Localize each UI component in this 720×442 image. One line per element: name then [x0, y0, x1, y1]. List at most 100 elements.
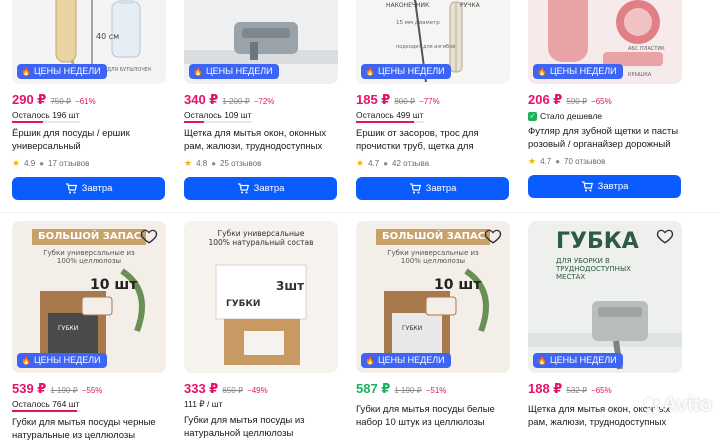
- star-icon: ★: [184, 158, 193, 168]
- flame-icon: 🔥: [365, 356, 375, 365]
- price: 340 ₽: [184, 92, 219, 107]
- product-title[interactable]: Щетка для мытья окон, оконных рам, жалюз…: [184, 127, 338, 153]
- product-card[interactable]: БОЛЬШОЙ ЗАПАС Губки универсальные из 100…: [356, 221, 510, 429]
- product-title[interactable]: Губки для мытья посуды черные натуральны…: [12, 416, 166, 442]
- discount: −65%: [591, 386, 612, 395]
- check-icon: ✓: [528, 111, 537, 121]
- product-card[interactable]: 🔥 ЦЕНЫ НЕДЕЛИ 340 ₽ 1 200 ₽ −72% Осталось…: [184, 0, 338, 200]
- stock-text: Осталось 109 шт: [184, 110, 252, 120]
- product-card[interactable]: 40 см ДЛЯ БУТЫЛОЧЕК 🔥 ЦЕНЫ НЕДЕЛИ 290 ₽ 7…: [12, 0, 166, 200]
- flame-icon: 🔥: [21, 356, 31, 365]
- discount: −65%: [591, 97, 612, 106]
- product-card[interactable]: АБС ПЛАСТИК КРЫШКА 🔥 ЦЕНЫ НЕДЕЛИ 206 ₽ 59…: [528, 0, 682, 198]
- image-material-text: АБС ПЛАСТИК: [628, 46, 665, 52]
- product-title[interactable]: Губки для мытья посуды из натуральной це…: [184, 414, 338, 440]
- product-title[interactable]: Ёршик для посуды / ершик универсальный: [12, 127, 166, 153]
- image-count-text: 10 шт: [434, 277, 482, 293]
- price: 333 ₽: [184, 381, 219, 396]
- price-row: 539 ₽ 1 190 ₽ −55%: [12, 381, 166, 397]
- product-card[interactable]: НАКОНЕЧНИК РУЧКА 15 мм диаметр подходит …: [356, 0, 510, 200]
- avito-logo-icon: [643, 397, 660, 414]
- product-image[interactable]: Губки универсальные 100% натуральный сос…: [184, 221, 338, 373]
- delivery-button[interactable]: Завтра: [12, 177, 165, 200]
- product-title[interactable]: Губки для мытья посуды белые набор 10 шт…: [356, 403, 510, 429]
- old-price: 532 ₽: [566, 386, 588, 395]
- product-image[interactable]: БОЛЬШОЙ ЗАПАС Губки универсальные из 100…: [12, 221, 166, 373]
- week-prices-badge: 🔥 ЦЕНЫ НЕДЕЛИ: [533, 64, 623, 79]
- flame-icon: 🔥: [537, 356, 547, 365]
- product-title[interactable]: Ершик от засоров, трос для прочистки тру…: [356, 127, 510, 153]
- image-sub-text: ДЛЯ УБОРКИ В ТРУДНОДОСТУПНЫХ МЕСТАХ: [556, 257, 631, 281]
- product-image[interactable]: ГУБКА ДЛЯ УБОРКИ В ТРУДНОДОСТУПНЫХ МЕСТА…: [528, 221, 682, 373]
- stock-text: Осталось 764 шт: [12, 399, 80, 409]
- product-title[interactable]: Футляр для зубной щетки и пасты розовый …: [528, 125, 682, 151]
- delivery-button[interactable]: Завтра: [528, 175, 681, 198]
- product-card[interactable]: Губки универсальные 100% натуральный сос…: [184, 221, 338, 440]
- old-price: 750 ₽: [50, 97, 72, 106]
- image-headline-text: БОЛЬШОЙ ЗАПАС: [38, 231, 142, 242]
- week-prices-badge: 🔥 ЦЕНЫ НЕДЕЛИ: [361, 353, 451, 368]
- product-image[interactable]: АБС ПЛАСТИК КРЫШКА 🔥 ЦЕНЫ НЕДЕЛИ: [528, 0, 682, 84]
- price-per-unit: 111 ₽ / шт: [184, 399, 223, 409]
- old-price: 590 ₽: [566, 97, 588, 106]
- stock-bar: [356, 121, 424, 123]
- rating-value: 4.7: [368, 159, 380, 168]
- product-image[interactable]: 🔥 ЦЕНЫ НЕДЕЛИ: [184, 0, 338, 84]
- price: 188 ₽: [528, 381, 563, 396]
- week-prices-badge: 🔥 ЦЕНЫ НЕДЕЛИ: [361, 64, 451, 79]
- comment-icon: ●: [383, 159, 389, 168]
- price: 290 ₽: [12, 92, 47, 107]
- rating-row: ★ 4.7 ● 70 отзывов: [528, 156, 682, 167]
- image-size-text: 40 см: [96, 32, 120, 41]
- old-price: 1 190 ₽: [394, 386, 422, 395]
- product-image[interactable]: 40 см ДЛЯ БУТЫЛОЧЕК 🔥 ЦЕНЫ НЕДЕЛИ: [12, 0, 166, 84]
- image-diameter-text: 15 мм диаметр: [396, 20, 440, 26]
- stock-bar: [184, 121, 252, 123]
- week-prices-badge: 🔥 ЦЕНЫ НЕДЕЛИ: [189, 64, 279, 79]
- old-price: 1 200 ₽: [222, 97, 250, 106]
- image-sub-text: Губки универсальные из 100% целлюлозы: [43, 249, 135, 265]
- reviews-count: 17 отзывов: [48, 159, 90, 168]
- flame-icon: 🔥: [21, 67, 31, 76]
- product-image[interactable]: БОЛЬШОЙ ЗАПАС Губки универсальные из 100…: [356, 221, 510, 373]
- price-row: 587 ₽ 1 190 ₽ −51%: [356, 381, 510, 397]
- star-icon: ★: [12, 158, 21, 168]
- favorite-heart-icon[interactable]: [140, 227, 160, 247]
- discount: −55%: [81, 386, 103, 395]
- rating-row: ★ 4.8 ● 25 отзывов: [184, 158, 338, 169]
- comment-icon: ●: [211, 159, 217, 168]
- image-extra-text: ДЛЯ БУТЫЛОЧЕК: [107, 67, 152, 73]
- rating-value: 4.7: [540, 157, 552, 166]
- image-headline-text: БОЛЬШОЙ ЗАПАС: [382, 231, 486, 242]
- reviews-count: 70 отзывов: [564, 157, 606, 166]
- old-price: 1 190 ₽: [50, 386, 78, 395]
- price-row: 290 ₽ 750 ₽ −61%: [12, 92, 166, 108]
- comment-icon: ●: [555, 157, 561, 166]
- image-count-text: 10 шт: [90, 277, 138, 293]
- image-lid-text: КРЫШКА: [628, 72, 652, 78]
- delivery-button[interactable]: Завтра: [356, 177, 509, 200]
- stock-text: Осталось 499 шт: [356, 110, 424, 120]
- favorite-heart-icon[interactable]: [656, 227, 676, 247]
- image-pack-text: ГУБКИ: [402, 325, 423, 332]
- rating-row: ★ 4.9 ● 17 отзывов: [12, 158, 166, 169]
- reviews-count: 25 отзывов: [220, 159, 262, 168]
- product-card[interactable]: БОЛЬШОЙ ЗАПАС Губки универсальные из 100…: [12, 221, 166, 442]
- price-row: 206 ₽ 590 ₽ −65%: [528, 92, 682, 108]
- price: 539 ₽: [12, 381, 47, 396]
- delivery-button[interactable]: Завтра: [184, 177, 337, 200]
- cart-icon: [65, 183, 77, 194]
- stock-bar: [12, 410, 80, 412]
- price: 587 ₽: [356, 381, 391, 396]
- cart-icon: [581, 181, 593, 192]
- image-tip-text: НАКОНЕЧНИК: [386, 2, 430, 9]
- rating-value: 4.8: [196, 159, 208, 168]
- image-sub-text: Губки универсальные из 100% целлюлозы: [387, 249, 479, 265]
- discount: −72%: [253, 97, 275, 106]
- product-image[interactable]: НАКОНЕЧНИК РУЧКА 15 мм диаметр подходит …: [356, 0, 510, 84]
- week-prices-badge: 🔥 ЦЕНЫ НЕДЕЛИ: [533, 353, 623, 368]
- week-prices-badge: 🔥 ЦЕНЫ НЕДЕЛИ: [17, 353, 107, 368]
- favorite-heart-icon[interactable]: [484, 227, 504, 247]
- flame-icon: 🔥: [537, 67, 547, 76]
- discount: −77%: [419, 97, 440, 106]
